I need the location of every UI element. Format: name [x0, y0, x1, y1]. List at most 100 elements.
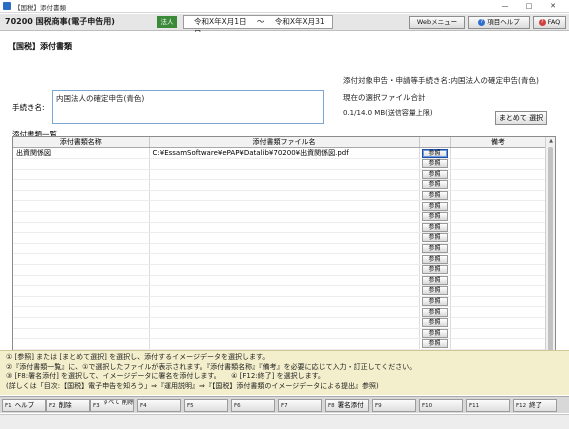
note-cell[interactable] [450, 243, 547, 255]
maximize-button[interactable]: □ [524, 1, 534, 11]
fkey-f6-button[interactable]: F6 [231, 399, 275, 412]
doc-name-cell[interactable] [13, 264, 150, 276]
table-row[interactable]: 参照 [13, 253, 547, 265]
note-cell[interactable] [450, 264, 547, 276]
fkey-f8-button[interactable]: F8 署名添付 [325, 399, 369, 412]
browse-button[interactable]: 参照 [421, 148, 448, 158]
doc-name-cell[interactable] [13, 211, 150, 223]
doc-name-cell[interactable] [13, 169, 150, 181]
bulk-select-button[interactable]: まとめて 選択 [495, 111, 547, 125]
header-doc-name[interactable]: 添付書類名称 [13, 137, 150, 148]
table-row[interactable]: 参照 [13, 179, 547, 191]
table-row[interactable]: 参照 [13, 306, 547, 318]
browse-button[interactable]: 参照 [421, 275, 448, 285]
doc-name-cell[interactable] [13, 328, 150, 340]
browse-button[interactable]: 参照 [421, 254, 448, 264]
browse-button[interactable]: 参照 [421, 318, 448, 328]
scroll-up-icon[interactable]: ▲ [546, 137, 555, 146]
note-cell[interactable] [450, 169, 547, 181]
browse-button[interactable]: 参照 [421, 180, 448, 190]
table-scrollbar[interactable]: ▲ ▼ [545, 137, 555, 368]
doc-name-cell[interactable] [13, 253, 150, 265]
table-row[interactable]: 参照 [13, 264, 547, 276]
browse-button[interactable]: 参照 [421, 233, 448, 243]
table-row[interactable]: 参照 [13, 328, 547, 340]
note-cell[interactable] [450, 253, 547, 265]
note-cell[interactable] [450, 222, 547, 234]
browse-button[interactable]: 参照 [421, 339, 448, 349]
doc-name-cell[interactable]: 出資関係図 [13, 147, 150, 159]
table-row[interactable]: 参照 [13, 243, 547, 255]
scroll-thumb[interactable] [548, 147, 553, 353]
table-row[interactable]: 参照 [13, 285, 547, 297]
note-cell[interactable] [450, 200, 547, 212]
close-button[interactable]: ✕ [548, 1, 558, 11]
note-cell[interactable] [450, 179, 547, 191]
doc-name-cell[interactable] [13, 306, 150, 318]
table-row[interactable]: 参照 [13, 222, 547, 234]
header-file-name[interactable]: 添付書類ファイル名 [149, 137, 420, 148]
table-row[interactable]: 参照 [13, 275, 547, 287]
browse-button[interactable]: 参照 [421, 297, 448, 306]
doc-name-cell[interactable] [13, 200, 150, 212]
doc-name-cell[interactable] [13, 158, 150, 170]
doc-name-cell[interactable] [13, 179, 150, 191]
doc-name-cell[interactable] [13, 317, 150, 329]
note-cell[interactable] [450, 338, 547, 350]
note-cell[interactable] [450, 328, 547, 340]
browse-button[interactable]: 参照 [421, 244, 448, 253]
browse-button[interactable]: 参照 [421, 222, 448, 232]
table-row[interactable]: 参照 [13, 317, 547, 329]
doc-name-cell[interactable] [13, 338, 150, 350]
browse-button[interactable]: 参照 [421, 307, 448, 317]
doc-name-cell[interactable] [13, 275, 150, 287]
browse-button[interactable]: 参照 [421, 286, 448, 296]
browse-button[interactable]: 参照 [421, 191, 448, 200]
doc-name-cell[interactable] [13, 285, 150, 297]
table-row[interactable]: 参照 [13, 338, 547, 350]
fkey-f5-button[interactable]: F5 [184, 399, 228, 412]
note-cell[interactable] [450, 211, 547, 223]
note-cell[interactable] [450, 232, 547, 244]
table-row[interactable]: 参照 [13, 232, 547, 244]
header-note[interactable]: 備考 [450, 137, 547, 148]
fkey-f1-button[interactable]: F1 ヘルプ [2, 399, 46, 412]
fkey-f12-button[interactable]: F12 終了 [513, 399, 557, 412]
table-row[interactable]: 参照 [13, 296, 547, 308]
browse-button[interactable]: 参照 [421, 328, 448, 338]
table-row[interactable]: 参照 [13, 211, 547, 223]
fkey-f3-button[interactable]: F3 すべて 削除 [90, 399, 134, 412]
note-cell[interactable] [450, 275, 547, 287]
note-cell[interactable] [450, 317, 547, 329]
doc-name-cell[interactable] [13, 243, 150, 255]
note-cell[interactable] [450, 306, 547, 318]
note-cell[interactable] [450, 190, 547, 202]
table-row[interactable]: 参照 [13, 200, 547, 212]
table-row[interactable]: 参照 [13, 158, 547, 170]
note-cell[interactable] [450, 285, 547, 297]
doc-name-cell[interactable] [13, 222, 150, 234]
minimize-button[interactable]: — [500, 1, 510, 11]
browse-button[interactable]: 参照 [421, 201, 448, 211]
table-row[interactable]: 参照 [13, 190, 547, 202]
faq-button[interactable]: ? FAQ [533, 16, 566, 29]
fkey-f10-button[interactable]: F10 [419, 399, 463, 412]
browse-button[interactable]: 参照 [421, 265, 448, 275]
fkey-f11-button[interactable]: F11 [466, 399, 510, 412]
fkey-f7-button[interactable]: F7 [278, 399, 322, 412]
note-cell[interactable] [450, 296, 547, 308]
web-menu-button[interactable]: Webメニュー [409, 16, 465, 29]
fkey-f9-button[interactable]: F9 [372, 399, 416, 412]
note-cell[interactable] [450, 158, 547, 170]
doc-name-cell[interactable] [13, 296, 150, 308]
table-row[interactable]: 参照 [13, 169, 547, 181]
procedure-name-field[interactable]: 内国法人の確定申告(青色) [52, 90, 324, 124]
doc-name-cell[interactable] [13, 232, 150, 244]
doc-name-cell[interactable] [13, 190, 150, 202]
browse-button[interactable]: 参照 [421, 169, 448, 179]
fkey-f2-button[interactable]: F2 削除 [46, 399, 90, 412]
note-cell[interactable] [450, 147, 547, 159]
item-help-button[interactable]: ? 項目ヘルプ [468, 16, 530, 29]
browse-button[interactable]: 参照 [421, 159, 448, 169]
fkey-f4-button[interactable]: F4 [137, 399, 181, 412]
